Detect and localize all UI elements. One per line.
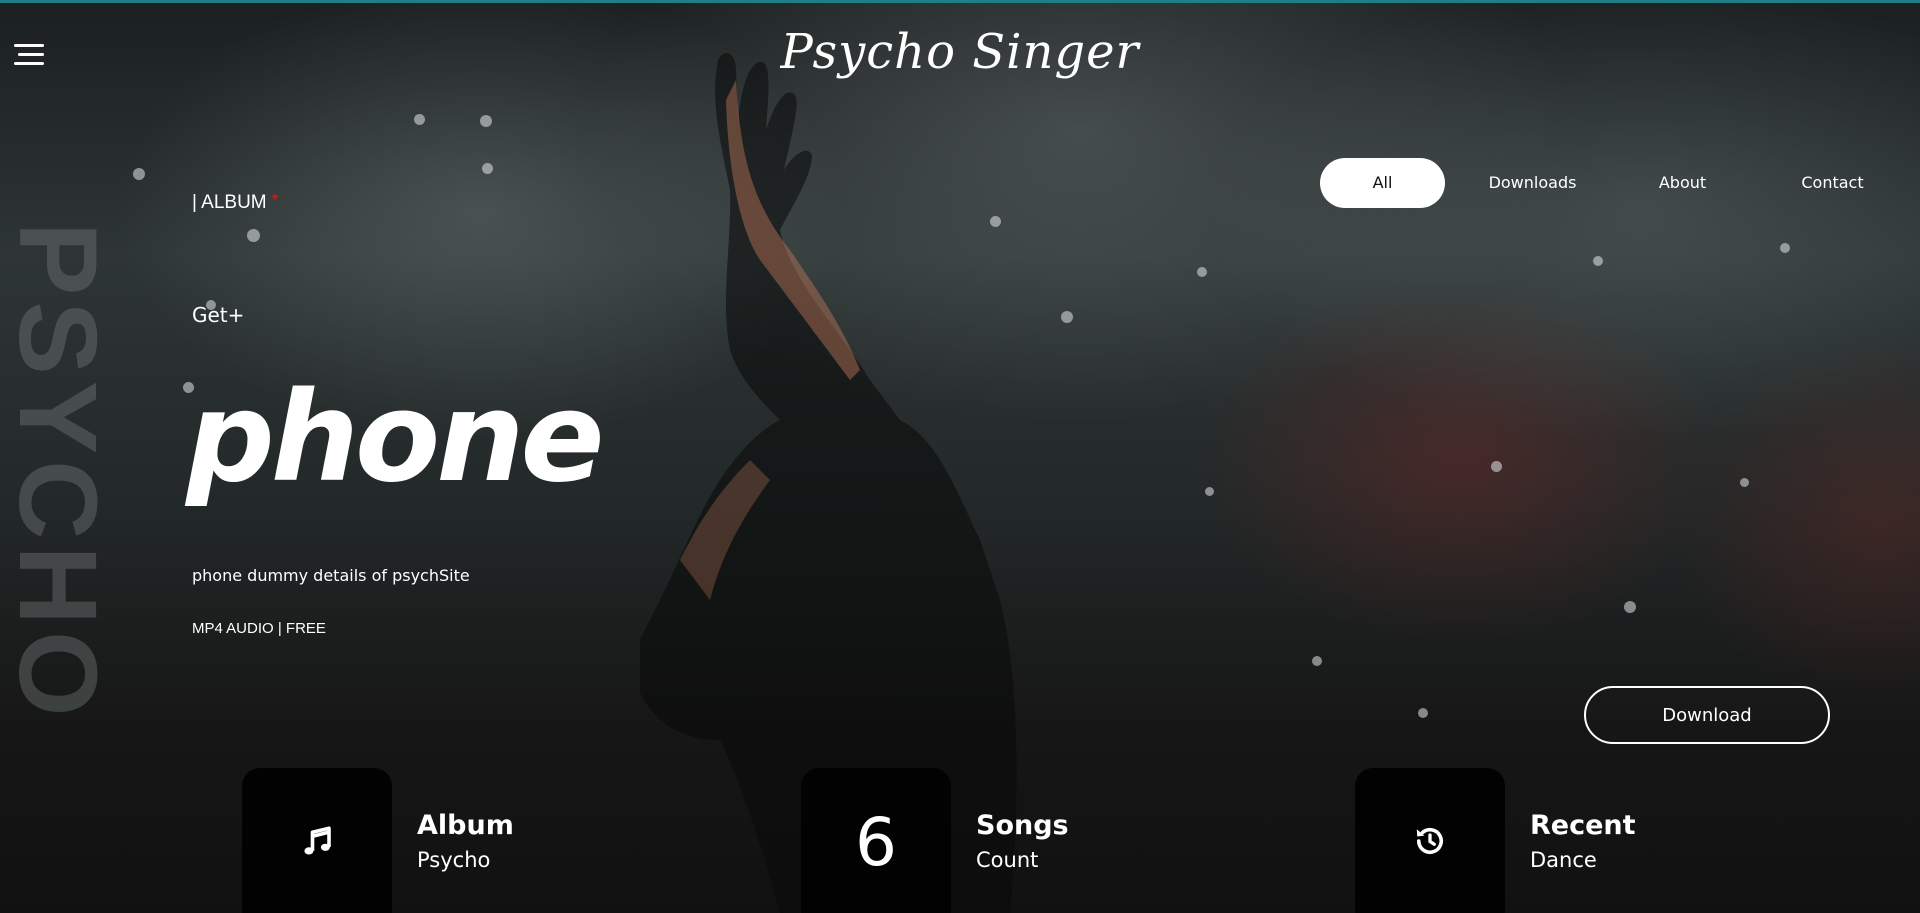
particle (1205, 487, 1214, 496)
vertical-side-text: PSYCHO (0, 222, 119, 723)
page: Psycho Singer PSYCHO All Downloads About… (0, 0, 1920, 913)
download-button[interactable]: Download (1584, 686, 1830, 744)
category-nav: All Downloads About Contact (1320, 158, 1920, 208)
particle (247, 229, 260, 242)
stat-album-title: Album (417, 810, 514, 841)
hero-title: phone (186, 366, 605, 510)
particle (414, 114, 425, 125)
music-note-icon (304, 826, 331, 855)
album-category-text: | ALBUM (192, 192, 267, 213)
hero-meta: MP4 AUDIO | FREE (192, 620, 326, 637)
top-accent-line (0, 0, 1920, 3)
stat-recent-title: Recent (1530, 810, 1636, 841)
nav-item-all[interactable]: All (1320, 158, 1445, 208)
stat-recent-subtitle: Dance (1530, 848, 1597, 872)
get-label: Get+ (192, 303, 245, 327)
album-category-label: | ALBUM * (192, 192, 278, 214)
particle (1312, 656, 1322, 666)
particle (1491, 461, 1502, 472)
stat-songs-title: Songs (976, 810, 1069, 841)
particle (1780, 243, 1790, 253)
particle (480, 115, 492, 127)
songs-count-number: 6 (855, 804, 897, 881)
stat-songs-subtitle: Count (976, 848, 1039, 872)
particle (1418, 708, 1428, 718)
particle (482, 163, 493, 174)
stat-album-subtitle: Psycho (417, 848, 491, 872)
nav-item-downloads[interactable]: Downloads (1470, 158, 1595, 208)
particle (133, 168, 145, 180)
nav-item-about[interactable]: About (1620, 158, 1745, 208)
site-logo[interactable]: Psycho Singer (0, 24, 1920, 80)
stat-album-box (242, 768, 392, 913)
history-icon (1416, 827, 1444, 854)
particle (1624, 601, 1636, 613)
album-category-marker: * (271, 192, 279, 209)
particle (1197, 267, 1207, 277)
particle (1740, 478, 1749, 487)
stat-songs-box: 6 (801, 768, 951, 913)
stat-recent-box (1355, 768, 1505, 913)
particle (1593, 256, 1603, 266)
hero-description: phone dummy details of psychSite (192, 566, 470, 585)
nav-item-contact[interactable]: Contact (1770, 158, 1895, 208)
